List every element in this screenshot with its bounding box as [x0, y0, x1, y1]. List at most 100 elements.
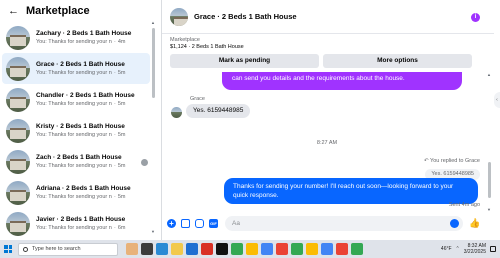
outgoing-message-partial: can send you details and the requirement… — [222, 72, 462, 90]
notification-icon[interactable] — [490, 246, 496, 252]
chrome-icon[interactable] — [306, 243, 318, 255]
chat-scrollbar[interactable]: ▲ ▼ — [487, 72, 492, 212]
avatar — [6, 118, 30, 143]
scroll-up-icon[interactable]: ▲ — [151, 20, 155, 25]
search-icon — [23, 246, 28, 252]
info-icon[interactable]: i — [471, 13, 480, 22]
outgoing-message: Thanks for sending your number! I'll rea… — [224, 178, 478, 204]
system-tray: 46°F ⌃ 8:32 AM 3/22/2025 — [441, 240, 496, 258]
message-composer: + GIF Aa 👍 — [162, 212, 494, 234]
message-timestamp: 8:27 AM — [316, 140, 338, 146]
taskbar-search-placeholder: Type here to search — [32, 246, 81, 252]
reply-indicator-text: You replied to Grace — [430, 158, 480, 164]
conversation-snippet: You: Thanks for sending your numb... — [36, 39, 112, 45]
conversation-name: Kristy · 2 Beds 1 Bath House — [36, 123, 125, 130]
sidebar-scrollbar[interactable]: ▲ ▼ — [151, 20, 156, 234]
conversation-item[interactable]: Kristy · 2 Beds 1 Bath House You: Thanks… — [0, 115, 152, 146]
conversation-snippet: You: Thanks for sending your numb... — [36, 101, 112, 107]
arrow-left-icon[interactable]: ← — [8, 5, 20, 17]
avatar — [6, 180, 30, 205]
widget-icon[interactable] — [126, 243, 138, 255]
scroll-down-icon[interactable]: ▼ — [151, 229, 155, 234]
sidebar-title: Marketplace — [26, 5, 90, 17]
gif-icon[interactable]: GIF — [209, 218, 218, 228]
conversation-item[interactable]: Chandler · 2 Beds 1 Bath House You: Than… — [0, 84, 152, 115]
conversation-name: Zachary · 2 Beds 1 Bath House — [36, 30, 132, 37]
more-options-button[interactable]: More options — [323, 54, 472, 68]
scrollbar-thumb[interactable] — [152, 28, 155, 98]
conversation-time: 5m — [117, 101, 126, 107]
chat-header: Grace · 2 Beds 1 Bath House i — [162, 0, 494, 34]
chrome-icon[interactable] — [291, 243, 303, 255]
chrome-icon[interactable] — [231, 243, 243, 255]
chrome-icon[interactable] — [351, 243, 363, 255]
conversation-snippet: You: Thanks for sending your numb... — [36, 163, 112, 169]
seen-avatar-icon — [141, 159, 148, 166]
conversation-snippet: You: Thanks for sending your numb... — [36, 70, 112, 76]
conversation-sidebar: ← Marketplace Zachary · 2 Beds 1 Bath Ho… — [0, 0, 158, 240]
windows-taskbar: Type here to search 46°F ⌃ 8:32 AM 3/22/… — [0, 240, 500, 258]
file-explorer-icon[interactable] — [171, 243, 183, 255]
thumbs-up-icon[interactable]: 👍 — [469, 218, 480, 228]
conversation-name: Adriana · 2 Beds 1 Bath House — [36, 185, 131, 192]
conversation-time: 5m — [117, 163, 126, 169]
conversation-name: Chandler · 2 Beds 1 Bath House — [36, 92, 135, 99]
listing-card: Marketplace $1,124 · 2 Beds 1 Bath House… — [162, 35, 494, 68]
chrome-icon[interactable] — [336, 243, 348, 255]
message-thread: can send you details and the requirement… — [162, 72, 492, 212]
conversation-item[interactable]: Zachary · 2 Beds 1 Bath House You: Thank… — [0, 22, 152, 53]
conversation-item[interactable]: Javier · 2 Beds 1 Bath House You: Thanks… — [0, 208, 152, 239]
scrollbar-thumb[interactable] — [488, 162, 491, 198]
conversation-time: 5m — [117, 194, 126, 200]
avatar[interactable] — [170, 7, 188, 26]
listing-price[interactable]: $1,124 · 2 Beds 1 Bath House — [170, 44, 494, 50]
sidebar-header: ← Marketplace — [0, 0, 158, 22]
plus-icon[interactable]: + — [167, 218, 176, 228]
chevron-left-icon[interactable]: ‹ — [494, 92, 500, 108]
conversation-time: 6m — [117, 225, 126, 231]
avatar — [6, 25, 30, 50]
conversation-time: 5m — [117, 132, 126, 138]
avatar — [6, 211, 30, 236]
avatar — [6, 56, 30, 81]
sticker-icon[interactable] — [195, 218, 204, 228]
message-input-placeholder: Aa — [232, 219, 240, 227]
windows-start-icon[interactable] — [4, 245, 12, 253]
taskbar-clock[interactable]: 8:32 AM 3/22/2025 — [464, 243, 486, 255]
conversation-name: Zach · 2 Beds 1 Bath House — [36, 154, 122, 161]
conversation-snippet: You: Thanks for sending your numb... — [36, 194, 112, 200]
mark-as-pending-button[interactable]: Mark as pending — [170, 54, 319, 68]
conversation-name: Grace · 2 Beds 1 Bath House — [36, 61, 125, 68]
conversation-time: 5m — [117, 70, 126, 76]
image-icon[interactable] — [181, 218, 190, 228]
chrome-icon[interactable] — [321, 243, 333, 255]
conversation-item[interactable]: Zach · 2 Beds 1 Bath House You: Thanks f… — [0, 146, 152, 177]
incoming-message: Yes. 6159448985 — [186, 104, 251, 118]
app-icon[interactable] — [201, 243, 213, 255]
message-input[interactable]: Aa — [225, 215, 463, 231]
chevron-up-icon[interactable]: ⌃ — [456, 246, 460, 252]
reply-indicator: ↶ You replied to Grace — [424, 158, 480, 164]
avatar — [6, 87, 30, 112]
scroll-up-icon[interactable]: ▲ — [487, 72, 491, 77]
chrome-icon[interactable] — [261, 243, 273, 255]
terminal-icon[interactable] — [216, 243, 228, 255]
emoji-icon[interactable] — [450, 218, 459, 228]
chrome-icon[interactable] — [276, 243, 288, 255]
avatar[interactable] — [171, 107, 182, 118]
conversation-name: Javier · 2 Beds 1 Bath House — [36, 216, 126, 223]
conversation-item[interactable]: Adriana · 2 Beds 1 Bath House You: Thank… — [0, 177, 152, 208]
chrome-icon[interactable] — [246, 243, 258, 255]
taskbar-search-input[interactable]: Type here to search — [18, 242, 118, 256]
chat-title[interactable]: Grace · 2 Beds 1 Bath House — [194, 12, 297, 21]
clock-date: 3/22/2025 — [463, 249, 486, 255]
task-view-icon[interactable] — [141, 243, 153, 255]
listing-label: Marketplace — [170, 37, 200, 43]
avatar — [6, 149, 30, 174]
edge-browser-icon[interactable] — [156, 243, 168, 255]
store-icon[interactable] — [186, 243, 198, 255]
weather-temperature[interactable]: 46°F — [441, 246, 452, 252]
conversation-snippet: You: Thanks for sending your numb... — [36, 225, 112, 231]
sender-name: Grace — [190, 96, 205, 102]
conversation-item-selected[interactable]: Grace · 2 Beds 1 Bath House You: Thanks … — [2, 53, 150, 84]
